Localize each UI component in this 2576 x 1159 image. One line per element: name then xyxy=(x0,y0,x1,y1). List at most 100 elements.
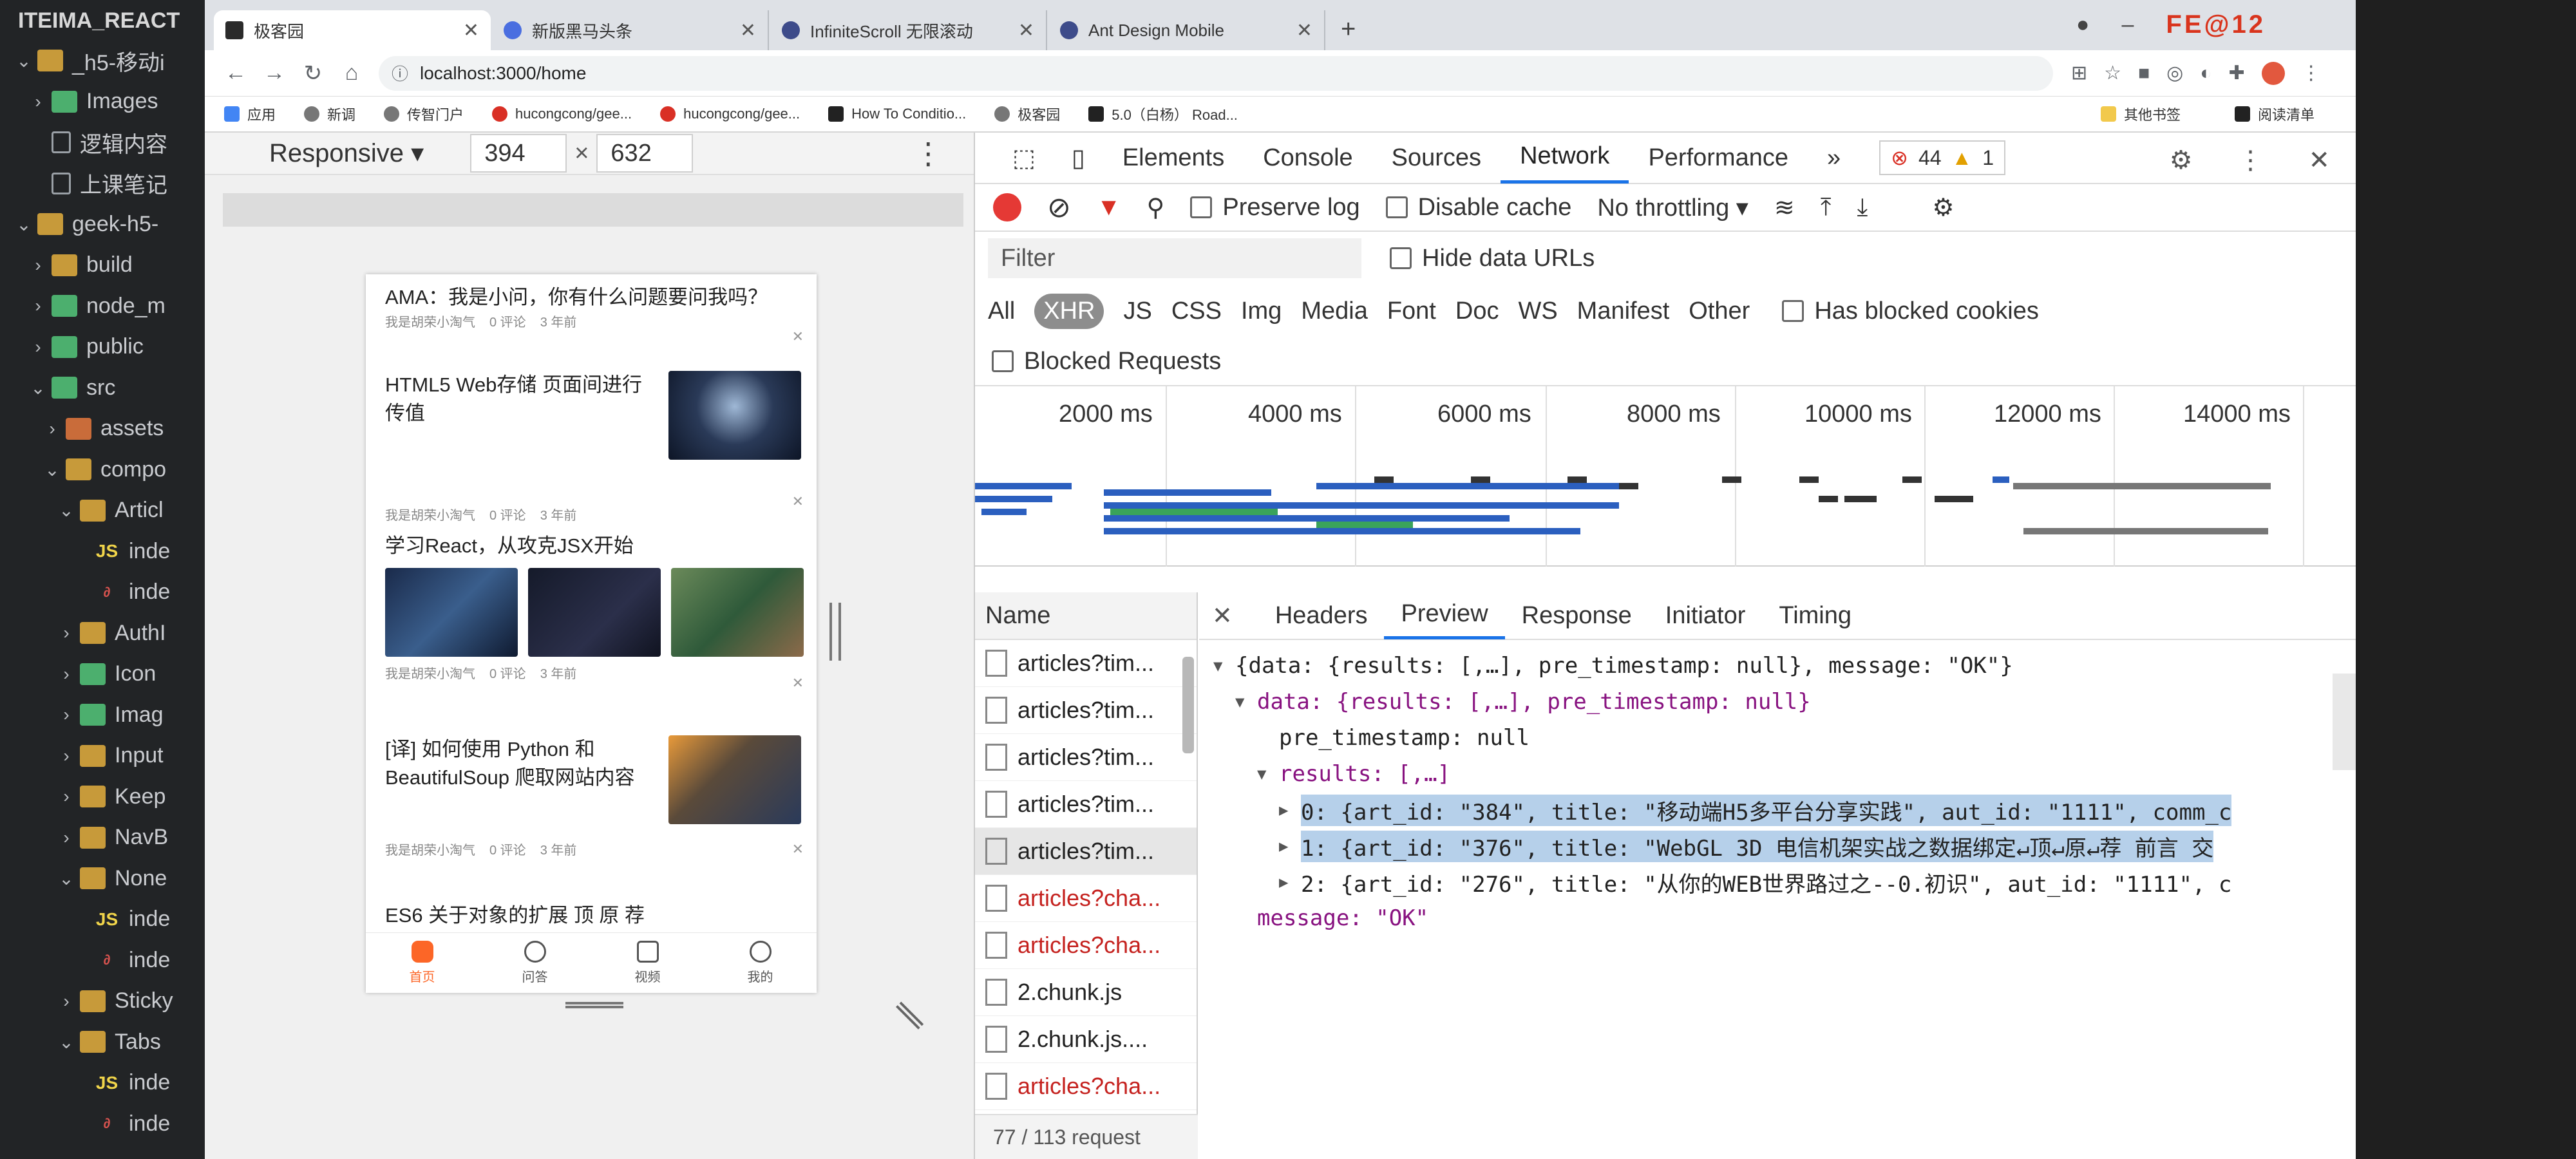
article-item[interactable]: ES6 关于对象的扩展 顶 原 荐 xyxy=(385,901,804,930)
chevron-down-icon[interactable]: ⌄ xyxy=(28,377,48,399)
new-tab-button[interactable]: + xyxy=(1327,15,1370,50)
gear-icon[interactable]: ⚙ xyxy=(2170,146,2193,175)
tab-performance[interactable]: Performance xyxy=(1629,133,1808,184)
type-media[interactable]: Media xyxy=(1301,297,1368,325)
tab-sources[interactable]: Sources xyxy=(1372,133,1501,184)
type-font[interactable]: Font xyxy=(1387,297,1436,325)
type-img[interactable]: Img xyxy=(1241,297,1282,325)
tab-response[interactable]: Response xyxy=(1505,592,1649,639)
tree-item[interactable]: › Input xyxy=(0,737,205,775)
chevron-down-icon[interactable]: ⌄ xyxy=(57,868,76,889)
translate-icon[interactable]: ⊞ xyxy=(2071,62,2087,84)
phone-viewport[interactable]: AMA：我是小问，你有什么问题要问我吗？ 我是胡荣小淘气 0 评论 3 年前 ✕ H… xyxy=(366,274,817,993)
tree-item[interactable]: › assets xyxy=(0,410,205,448)
blocked-requests-checkbox[interactable]: Blocked Requests xyxy=(992,348,1221,375)
more-options-icon[interactable]: ⋮ xyxy=(913,136,943,171)
chevron-right-icon[interactable]: › xyxy=(57,704,76,725)
chevron-right-icon[interactable]: › xyxy=(57,746,76,766)
tree-item[interactable]: ⌄ None xyxy=(0,859,205,898)
clear-icon[interactable]: ⊘ xyxy=(1047,191,1071,224)
tab-console[interactable]: Console xyxy=(1244,133,1372,184)
minimize-icon[interactable]: – xyxy=(2121,12,2134,37)
close-icon[interactable]: ✕ xyxy=(2308,146,2330,175)
reload-icon[interactable]: ↻ xyxy=(294,61,332,86)
tree-item[interactable]: ⌄ compo xyxy=(0,450,205,489)
request-row[interactable]: articles?cha... xyxy=(975,875,1197,922)
article-item[interactable]: 学习React，从攻克JSX开始 我是胡荣小淘气 0 评论 3 年前 ✕ xyxy=(385,532,804,691)
bookmark-other[interactable]: 其他书签 xyxy=(2100,104,2181,124)
tree-item[interactable]: JS inde xyxy=(0,532,205,570)
chevron-down-icon[interactable]: ⌄ xyxy=(14,50,33,71)
request-row[interactable]: articles?tim... xyxy=(975,687,1197,734)
chevron-right-icon[interactable]: › xyxy=(43,419,62,439)
more-options-icon[interactable]: ⋮ xyxy=(2237,146,2263,175)
type-all[interactable]: All xyxy=(988,297,1015,325)
request-row[interactable]: articles?cha... xyxy=(975,1063,1197,1110)
side-resize-handle[interactable] xyxy=(829,603,841,661)
preserve-log-checkbox[interactable]: Preserve log xyxy=(1190,194,1360,221)
chevron-right-icon[interactable]: › xyxy=(57,786,76,807)
preview-root-line[interactable]: ▼ {data: {results: [,…], pre_timestamp: n… xyxy=(1199,648,2356,684)
chevron-down-icon[interactable]: ⌄ xyxy=(14,214,33,235)
bookmark-item[interactable]: hucongcong/gee... xyxy=(660,106,800,122)
extension-icon[interactable]: ◎ xyxy=(2166,62,2183,84)
tab-toutiao[interactable]: 新版黑马头条 ✕ xyxy=(492,10,769,50)
tab-jikeyuan[interactable]: 极客园 ✕ xyxy=(214,10,491,50)
request-list-scrollbar[interactable] xyxy=(1182,657,1194,753)
hide-data-urls-checkbox[interactable]: Hide data URLs xyxy=(1390,245,1595,272)
chevron-down-icon[interactable]: ⌄ xyxy=(43,459,62,480)
close-icon[interactable]: ✕ xyxy=(1296,19,1312,42)
tree-item[interactable]: › public xyxy=(0,328,205,366)
tree-item[interactable]: › Imag xyxy=(0,695,205,734)
chevron-down-icon[interactable]: ⌄ xyxy=(57,500,76,521)
request-row[interactable]: articles?tim... xyxy=(975,734,1197,781)
type-manifest[interactable]: Manifest xyxy=(1577,297,1670,325)
home-icon[interactable]: ⌂ xyxy=(332,61,371,86)
tree-item[interactable]: ∂ inde xyxy=(0,573,205,612)
tab-qa[interactable]: 问答 xyxy=(522,941,548,985)
preview-results-line[interactable]: ▼ results: [,…] xyxy=(1199,756,2356,792)
device-toggle-icon[interactable]: ▯ xyxy=(1072,144,1085,173)
tab-ant-design-mobile[interactable]: Ant Design Mobile ✕ xyxy=(1048,10,1325,50)
preview-data-line[interactable]: ▼ data: {results: [,…], pre_timestamp: nu… xyxy=(1199,684,2356,720)
request-row[interactable]: articles?tim... xyxy=(975,828,1197,875)
tab-preview[interactable]: Preview xyxy=(1384,592,1505,639)
has-blocked-cookies-checkbox[interactable]: Has blocked cookies xyxy=(1782,297,2039,325)
tab-home[interactable]: 首页 xyxy=(410,941,435,985)
corner-resize-icon[interactable]: ∥ xyxy=(889,995,927,1033)
throttling-select[interactable]: No throttling ▾ xyxy=(1597,193,1748,222)
type-xhr[interactable]: XHR xyxy=(1034,293,1104,329)
tree-item[interactable]: › Icon xyxy=(0,655,205,693)
record-icon[interactable]: ● xyxy=(2076,12,2090,37)
bookmark-item[interactable]: 5.0（白杨） Road... xyxy=(1088,104,1238,124)
type-css[interactable]: CSS xyxy=(1171,297,1222,325)
disable-cache-checkbox[interactable]: Disable cache xyxy=(1385,194,1571,221)
request-row[interactable]: 2.chunk.js xyxy=(975,969,1197,1016)
chevron-down-icon[interactable]: ⌄ xyxy=(57,1032,76,1053)
close-icon[interactable]: ✕ xyxy=(792,841,804,858)
inspect-icon[interactable]: ⬚ xyxy=(1012,144,1036,173)
forward-icon[interactable]: → xyxy=(255,61,294,86)
close-icon[interactable]: ✕ xyxy=(1212,601,1233,630)
filter-input[interactable]: Filter xyxy=(988,238,1361,278)
bottom-resize-handle[interactable] xyxy=(565,1002,623,1008)
tree-item[interactable]: ∂ inde xyxy=(0,941,205,979)
request-row[interactable]: articles?tim... xyxy=(975,640,1197,687)
tree-item[interactable]: › Keep xyxy=(0,777,205,816)
tree-item[interactable]: ⌄ Articl xyxy=(0,491,205,530)
panel-edge-handle[interactable] xyxy=(2333,674,2356,770)
chevron-right-icon[interactable]: › xyxy=(57,991,76,1012)
bookmark-item[interactable]: hucongcong/gee... xyxy=(492,106,632,122)
tab-infinite-scroll[interactable]: InfiniteScroll 无限滚动 ✕ xyxy=(770,10,1047,50)
request-row[interactable]: articles?tim... xyxy=(975,781,1197,828)
tree-item[interactable]: 逻辑内容 xyxy=(0,123,205,162)
info-icon[interactable]: ⓘ xyxy=(392,61,408,85)
tree-item[interactable]: ⌄ src xyxy=(0,368,205,407)
star-icon[interactable]: ☆ xyxy=(2104,62,2121,84)
article-item[interactable]: [译] 如何使用 Python 和 BeautifulSoup 爬取网站内容 我… xyxy=(385,735,804,858)
chevron-right-icon[interactable]: › xyxy=(28,337,48,357)
tab-mine[interactable]: 我的 xyxy=(748,941,773,985)
bookmark-item[interactable]: 极客园 xyxy=(994,104,1060,124)
tree-item[interactable]: › build xyxy=(0,246,205,285)
tree-item[interactable]: ∂ inde xyxy=(0,1104,205,1143)
